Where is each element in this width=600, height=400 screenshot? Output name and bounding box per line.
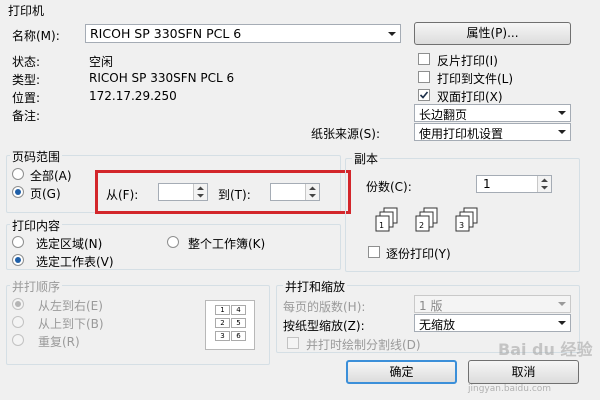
scale-value: 无缩放 — [419, 318, 456, 332]
preview-cell: 6 — [231, 331, 246, 341]
page-range-all-label: 全部(A) — [30, 169, 72, 183]
preview-cell: 3 — [215, 331, 230, 341]
svg-text:3: 3 — [459, 221, 464, 230]
reverse-print-checkbox[interactable] — [418, 53, 430, 65]
printer-name-label: 名称(M): — [12, 29, 60, 43]
pages-per-sheet-label: 每页的版数(H): — [283, 300, 366, 314]
collate-pages-icon: 1 2 3 — [372, 206, 492, 232]
checkmark-icon — [419, 91, 429, 99]
watermark-text: Bai du 经验 — [498, 340, 593, 359]
paper-source-value: 使用打印机设置 — [419, 127, 504, 141]
watermark-url: jingyan.baidu.com — [468, 384, 552, 394]
ok-button[interactable]: 确定 — [346, 360, 457, 384]
type-value: RICOH SP 330SFN PCL 6 — [89, 71, 235, 85]
sheets-label: 选定工作表(V) — [36, 255, 114, 269]
duplex-checkbox[interactable] — [418, 89, 430, 101]
duplex-label: 双面打印(X) — [437, 90, 503, 104]
preview-cell: 2 — [215, 318, 230, 328]
scale-combo[interactable]: 无缩放 — [414, 314, 571, 332]
print-to-file-label: 打印到文件(L) — [437, 72, 514, 86]
status-label: 状态: — [12, 55, 41, 69]
selection-radio[interactable] — [12, 236, 24, 248]
properties-button[interactable]: 属性(P)... — [414, 22, 571, 45]
collate-label: 逐份打印(Y) — [386, 247, 451, 261]
chevron-down-icon — [384, 25, 400, 41]
page-range-pages-label: 页(G) — [30, 187, 61, 201]
location-label: 位置: — [12, 91, 41, 105]
highlight-box — [95, 170, 351, 214]
comment-label: 备注: — [12, 109, 41, 123]
draw-borders-checkbox[interactable] — [287, 337, 299, 349]
pages-per-sheet-value: 1 版 — [419, 299, 443, 313]
reverse-print-label: 反片打印(I) — [437, 54, 498, 68]
type-label: 类型: — [12, 73, 41, 87]
zoom-legend: 并打和缩放 — [283, 278, 348, 295]
collate-checkbox[interactable] — [368, 246, 380, 258]
spinner-arrows-icon[interactable] — [537, 176, 551, 192]
chevron-down-icon — [554, 124, 570, 140]
page-order-preview-icon: 1 4 2 5 3 6 — [205, 300, 255, 350]
preview-grid: 1 4 2 5 3 6 — [214, 305, 246, 345]
printer-group-legend: 打印机 — [8, 4, 45, 18]
copies-count-value: 1 — [483, 177, 491, 191]
paper-source-label: 纸张来源(S): — [311, 127, 381, 141]
preview-cell: 1 — [215, 305, 230, 315]
copies-legend: 副本 — [352, 150, 381, 167]
svg-text:1: 1 — [379, 221, 384, 230]
repeat-radio[interactable] — [12, 334, 24, 346]
watermark: Bai du 经验 — [498, 336, 592, 360]
top-to-bottom-label: 从上到下(B) — [38, 317, 104, 331]
location-value: 172.17.29.250 — [89, 89, 177, 103]
page-range-all-radio[interactable] — [12, 168, 24, 180]
pages-per-sheet-combo[interactable]: 1 版 — [414, 295, 571, 313]
sheets-radio[interactable] — [12, 254, 24, 266]
cancel-button[interactable]: 取消 — [468, 360, 579, 384]
chevron-down-icon — [554, 105, 570, 121]
left-to-right-label: 从左到右(E) — [38, 299, 103, 313]
selection-label: 选定区域(N) — [36, 237, 103, 251]
preview-cell: 5 — [231, 318, 246, 328]
print-order-legend: 并打顺序 — [10, 278, 63, 295]
printer-name-value: RICOH SP 330SFN PCL 6 — [90, 26, 242, 41]
repeat-label: 重复(R) — [38, 335, 80, 349]
copies-spinner[interactable]: 1 — [476, 175, 552, 193]
left-to-right-radio[interactable] — [12, 298, 24, 310]
print-what-legend: 打印内容 — [10, 217, 63, 234]
copies-count-label: 份数(C): — [366, 180, 412, 194]
printer-name-combo[interactable]: RICOH SP 330SFN PCL 6 — [85, 24, 401, 43]
workbook-label: 整个工作簿(K) — [188, 237, 266, 251]
chevron-down-icon — [554, 315, 570, 331]
scale-label: 按纸型缩放(Z): — [283, 319, 365, 333]
top-to-bottom-radio[interactable] — [12, 316, 24, 328]
flip-combo[interactable]: 长边翻页 — [414, 104, 571, 122]
workbook-radio[interactable] — [167, 236, 179, 248]
flip-value: 长边翻页 — [419, 108, 468, 122]
paper-source-combo[interactable]: 使用打印机设置 — [414, 123, 571, 141]
page-range-pages-radio[interactable] — [12, 186, 24, 198]
draw-borders-label: 并打时绘制分割线(D) — [306, 338, 421, 352]
status-value: 空闲 — [89, 55, 114, 69]
page-range-legend: 页码范围 — [10, 148, 63, 165]
print-to-file-checkbox[interactable] — [418, 71, 430, 83]
svg-text:2: 2 — [419, 221, 424, 230]
preview-cell: 4 — [231, 305, 246, 315]
chevron-down-icon — [554, 296, 570, 312]
